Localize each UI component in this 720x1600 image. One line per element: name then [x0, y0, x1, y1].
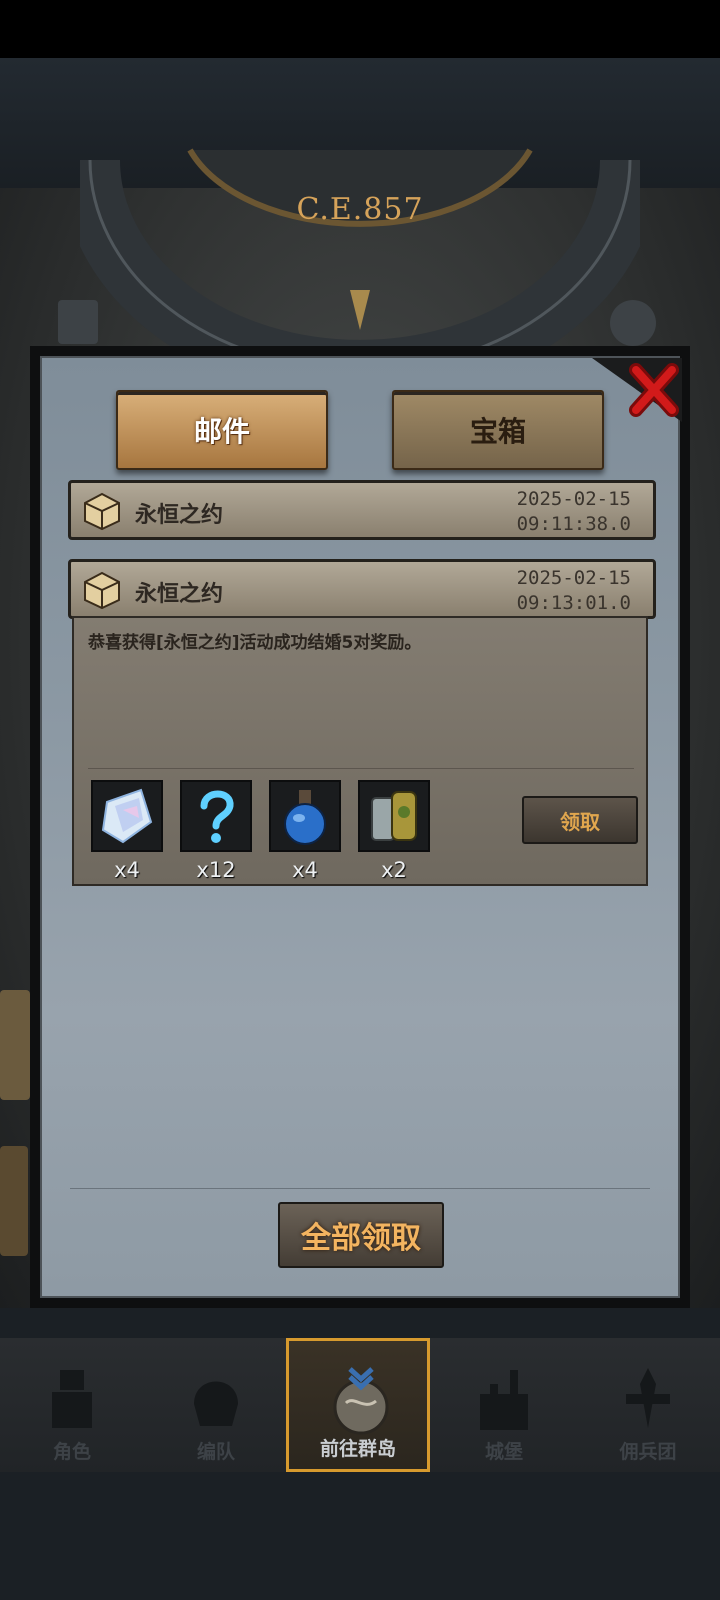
- reward-item[interactable]: [358, 780, 430, 852]
- divider: [70, 1188, 650, 1189]
- side-badge-icon[interactable]: [0, 1146, 28, 1256]
- reward-count: x12: [196, 858, 236, 882]
- mercenary-icon: [626, 1368, 670, 1428]
- mail-date: 2025-02-15: [516, 567, 631, 589]
- nav-label: 前往群岛: [319, 1438, 396, 1460]
- package-box-icon: [84, 571, 120, 610]
- close-icon[interactable]: [592, 358, 682, 422]
- knight-icon: [52, 1370, 92, 1428]
- mail-item[interactable]: 永恒之约 2025-02-15 09:11:38.0: [68, 480, 656, 540]
- mystery-question-icon: [200, 790, 234, 843]
- crystal-icon: [101, 788, 153, 844]
- mail-title: 永恒之约: [135, 582, 224, 607]
- settings-gear-icon[interactable]: [610, 300, 656, 346]
- reward-count: x4: [292, 858, 318, 882]
- nav-item-islands[interactable]: 前往群岛: [286, 1338, 430, 1472]
- nav-label: 角色: [52, 1441, 91, 1463]
- tab-chest[interactable]: 宝箱: [392, 390, 604, 470]
- mail-message: 恭喜获得[永恒之约]活动成功结婚5对奖励。: [88, 633, 422, 653]
- side-menu-icon[interactable]: [0, 990, 30, 1100]
- reward-count: x4: [114, 858, 140, 882]
- scroll-bottles-icon: [371, 791, 417, 841]
- hourglass-icon[interactable]: [58, 300, 98, 344]
- mail-date: 2025-02-15: [516, 488, 631, 510]
- nav-label: 城堡: [484, 1441, 523, 1463]
- package-box-icon: [84, 492, 120, 531]
- reward-item[interactable]: [91, 780, 163, 852]
- nav-item-castle[interactable]: 城堡: [432, 1338, 576, 1472]
- reward-item[interactable]: [269, 780, 341, 852]
- nav-label: 佣兵团: [619, 1441, 677, 1463]
- mail-timestamp: 2025-02-15 09:11:38.0: [517, 487, 631, 537]
- divider: [88, 768, 634, 769]
- calendar-dial: [80, 148, 640, 370]
- tab-mail[interactable]: 邮件: [116, 390, 328, 470]
- calendar-era: C.E.857: [296, 192, 424, 227]
- mail-timestamp: 2025-02-15 09:13:01.0: [517, 566, 631, 616]
- mail-item-expanded[interactable]: 永恒之约 2025-02-15 09:13:01.0: [68, 559, 656, 619]
- nav-label: 编队: [196, 1441, 235, 1463]
- reward-count: x2: [381, 858, 407, 882]
- nav-item-mercenary[interactable]: 佣兵团: [576, 1338, 720, 1472]
- mail-title: 永恒之约: [135, 503, 224, 528]
- reward-item[interactable]: [180, 780, 252, 852]
- helmet-icon: [194, 1381, 238, 1426]
- claim-button[interactable]: 领取: [522, 796, 638, 844]
- nav-item-formation[interactable]: 编队: [144, 1338, 288, 1472]
- claim-all-button[interactable]: 全部领取: [278, 1202, 444, 1268]
- mail-time: 09:11:38.0: [516, 513, 631, 535]
- blue-potion-icon: [284, 790, 326, 845]
- nav-item-character[interactable]: 角色: [0, 1338, 144, 1472]
- castle-icon: [480, 1370, 528, 1430]
- globe-icon: [333, 1367, 389, 1435]
- mail-time: 09:13:01.0: [516, 592, 631, 614]
- status-bar: [0, 0, 720, 58]
